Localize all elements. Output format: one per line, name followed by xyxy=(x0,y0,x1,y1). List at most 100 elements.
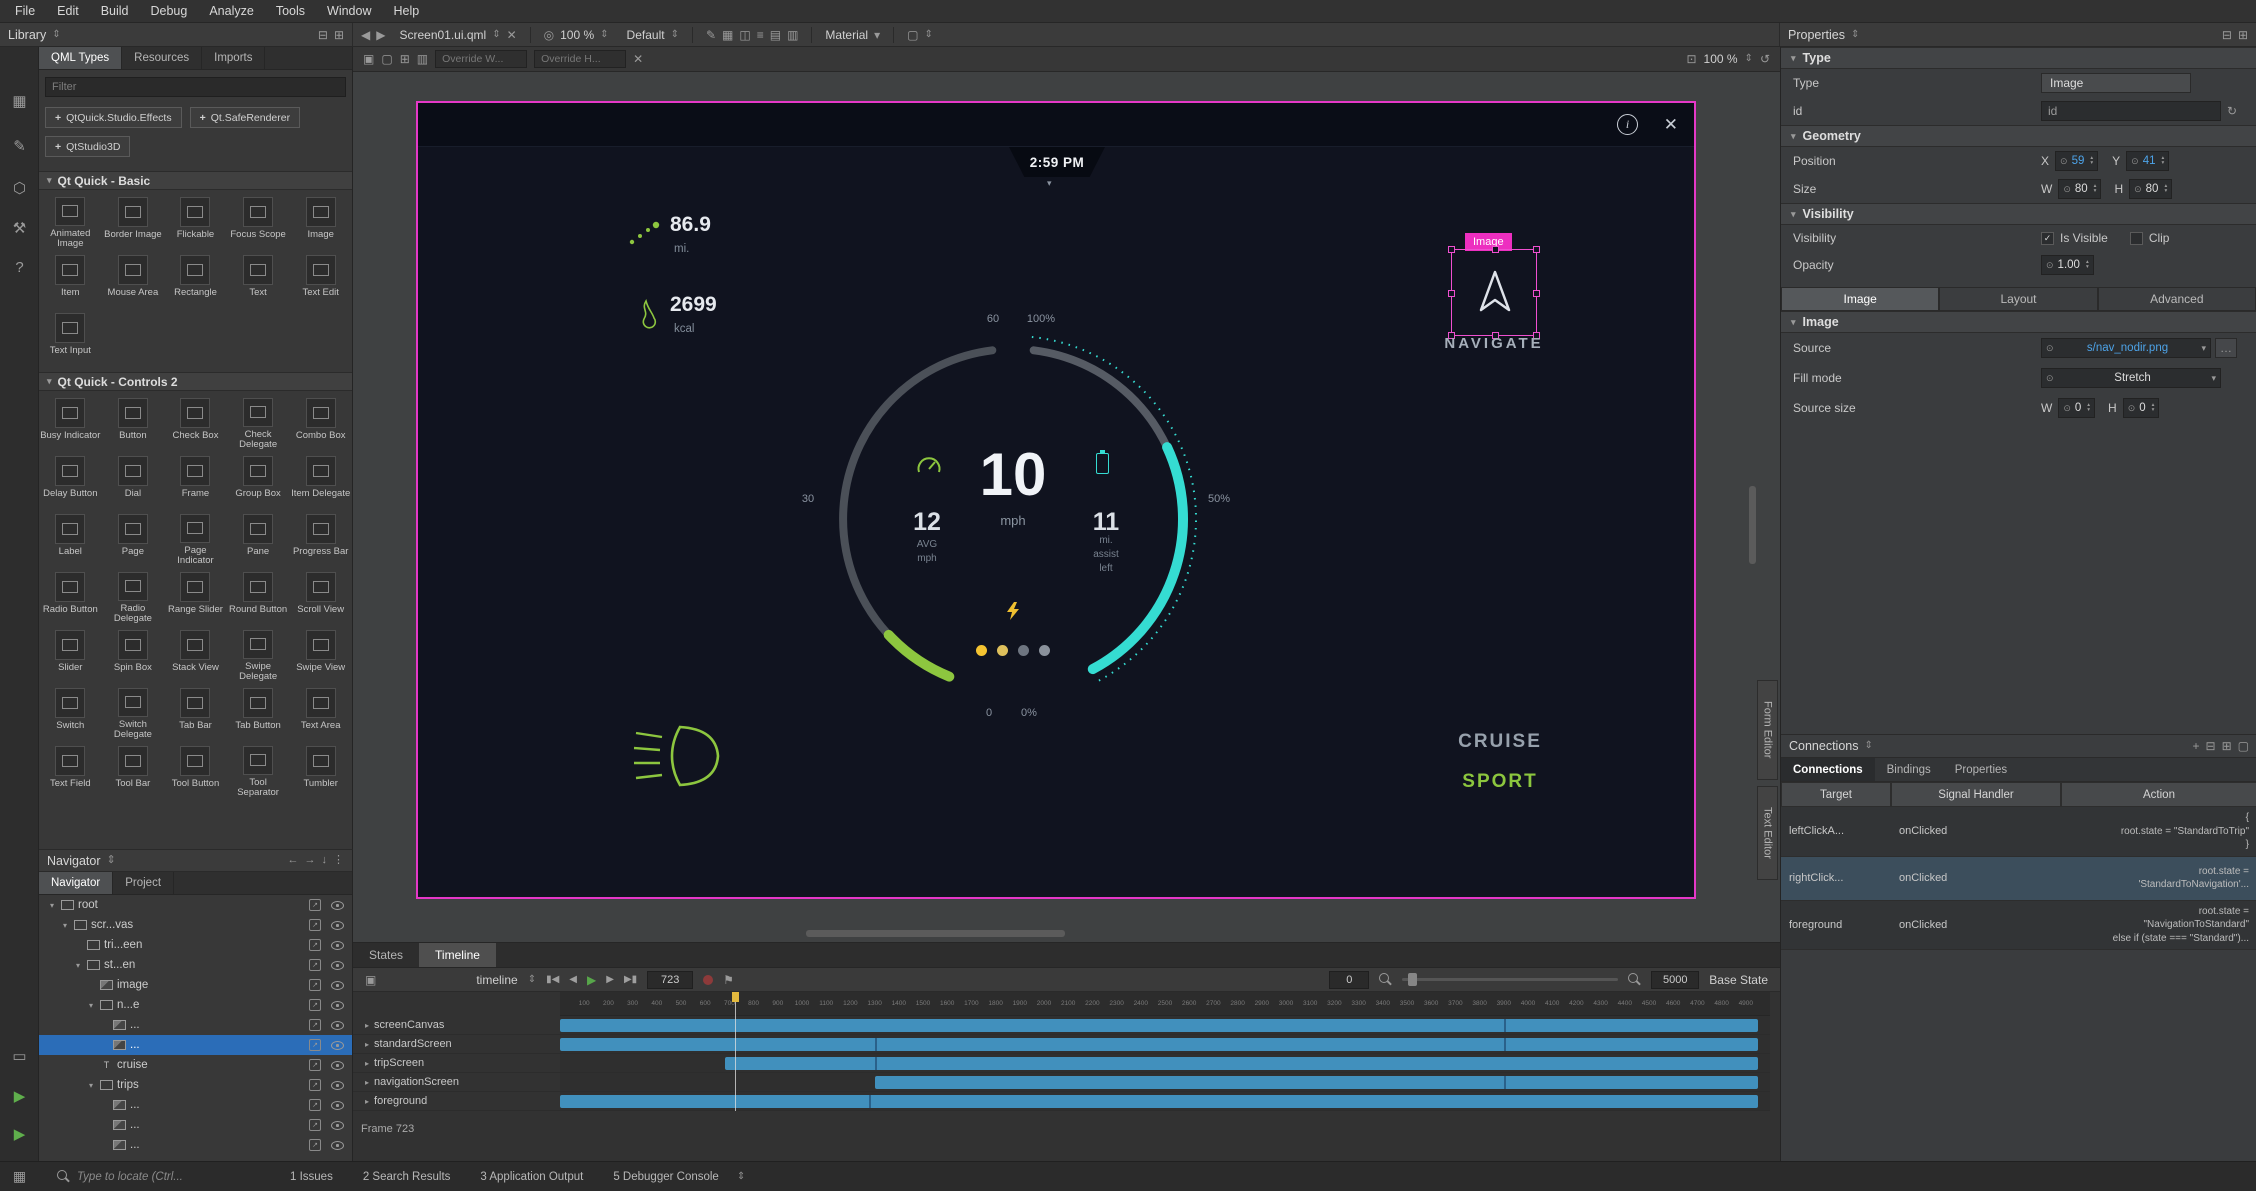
tools-icon[interactable]: ⚒ xyxy=(0,219,39,237)
library-item-scroll-view[interactable]: Scroll View xyxy=(289,567,352,625)
library-item-swipe-delegate[interactable]: Swipe Delegate xyxy=(227,625,290,683)
link-icon[interactable]: ⊙ xyxy=(2131,156,2139,167)
w-input[interactable]: ⊙ 80 ▴▾ xyxy=(2058,179,2101,199)
spinner-icon[interactable]: ▴▾ xyxy=(2161,156,2164,166)
reset-view-icon[interactable]: ↺ xyxy=(1760,53,1770,65)
zoom-selector-icon[interactable]: ⇕ xyxy=(600,30,608,40)
no-snapping-icon[interactable]: ▣ xyxy=(363,53,374,65)
design-3d-icon[interactable]: ⬡ xyxy=(0,179,39,197)
eye-icon[interactable] xyxy=(331,1041,344,1050)
panel-left-icon[interactable]: ▤ xyxy=(770,29,781,41)
connection-row[interactable]: leftClickA...onClicked{ root.state = "St… xyxy=(1781,807,2256,857)
run-icon[interactable]: ▶ xyxy=(0,1087,39,1105)
connections-close-icon[interactable]: ▢ xyxy=(2238,740,2249,752)
library-item-switch-delegate[interactable]: Switch Delegate xyxy=(102,683,165,741)
library-item-delay-button[interactable]: Delay Button xyxy=(39,451,102,509)
locator[interactable]: Type to locate (Ctrl... xyxy=(57,1170,272,1183)
close-document-icon[interactable]: ✕ xyxy=(507,29,517,41)
timeline-bar[interactable] xyxy=(560,1038,1758,1051)
connections-detach-icon[interactable]: ⊞ xyxy=(2222,740,2232,752)
snap-grid-icon[interactable]: ⊞ xyxy=(400,53,410,65)
export-icon[interactable]: ↗ xyxy=(309,919,321,931)
source-size-w-value[interactable]: 0 xyxy=(2075,402,2081,414)
library-item-spin-box[interactable]: Spin Box xyxy=(102,625,165,683)
tree-item-item[interactable]: ...↗ xyxy=(39,1015,352,1035)
open-document-selector[interactable]: Screen01.ui.qml xyxy=(399,28,486,42)
is-visible-checkbox[interactable]: ✓ xyxy=(2041,232,2054,245)
tab-form-editor[interactable]: Form Editor xyxy=(1757,680,1778,780)
edit-annotation-icon[interactable]: ✎ xyxy=(706,29,716,41)
library-item-text-field[interactable]: Text Field xyxy=(39,741,102,799)
link-icon[interactable]: ⊙ xyxy=(2128,403,2136,414)
selection-handle[interactable] xyxy=(1448,290,1455,297)
timeline-track[interactable] xyxy=(560,1092,1770,1111)
tab-bindings[interactable]: Bindings xyxy=(1875,758,1943,781)
material-dropdown[interactable]: Material xyxy=(825,28,868,42)
menu-build[interactable]: Build xyxy=(90,0,140,22)
source-input[interactable]: ⊙ s/nav_nodir.png ▾ xyxy=(2041,338,2211,358)
connection-row[interactable]: rightClick...onClickedroot.state = 'Stan… xyxy=(1781,857,2256,901)
library-item-text-area[interactable]: Text Area xyxy=(289,683,352,741)
export-icon[interactable]: ↗ xyxy=(309,1119,321,1131)
spinner-icon[interactable]: ▴▾ xyxy=(2086,260,2089,270)
selection-handle[interactable] xyxy=(1533,290,1540,297)
library-item-group-box[interactable]: Group Box xyxy=(227,451,290,509)
eye-icon[interactable] xyxy=(331,1141,344,1150)
tree-item-item[interactable]: ...↗ xyxy=(39,1115,352,1135)
link-icon[interactable]: ⊙ xyxy=(2060,156,2068,167)
import-chip[interactable]: +QtQuick.Studio.Effects xyxy=(45,107,182,128)
zoom-slider-handle[interactable] xyxy=(1408,973,1417,986)
library-item-progress-bar[interactable]: Progress Bar xyxy=(289,509,352,567)
library-item-flickable[interactable]: Flickable xyxy=(164,192,227,250)
import-chip[interactable]: +QtStudio3D xyxy=(45,136,130,157)
x-input[interactable]: ⊙ 59 ▴▾ xyxy=(2055,151,2098,171)
run-debug-icon[interactable]: ▶ xyxy=(0,1125,39,1143)
timeline-bar[interactable] xyxy=(725,1057,1758,1070)
tab-project[interactable]: Project xyxy=(113,872,174,894)
step-forward-button[interactable]: ▶ xyxy=(606,974,614,985)
library-item-image[interactable]: Image xyxy=(289,192,352,250)
tree-item-image[interactable]: image↗ xyxy=(39,975,352,995)
library-item-dial[interactable]: Dial xyxy=(102,451,165,509)
override-width-input[interactable]: Override W... xyxy=(435,50,527,68)
library-item-text-input[interactable]: Text Input xyxy=(39,308,102,366)
keyframe-marker[interactable] xyxy=(1504,1019,1506,1032)
library-item-tumbler[interactable]: Tumbler xyxy=(289,741,352,799)
eye-icon[interactable] xyxy=(331,921,344,930)
show-bounds-icon[interactable]: ≡ xyxy=(757,29,764,41)
tab-navigator[interactable]: Navigator xyxy=(39,872,113,894)
apps-grid-icon[interactable]: ▦ xyxy=(0,92,39,110)
canvas-zoom-selector-icon[interactable]: ⇕ xyxy=(1745,54,1753,64)
timeline-selector[interactable]: timeline xyxy=(476,973,517,987)
menu-debug[interactable]: Debug xyxy=(140,0,199,22)
import-chip[interactable]: +Qt.SafeRenderer xyxy=(190,107,301,128)
target-icon[interactable]: ◎ xyxy=(544,29,554,41)
tab-advanced[interactable]: Advanced xyxy=(2098,287,2256,311)
zoom-in-icon[interactable] xyxy=(1628,973,1641,986)
library-item-check-delegate[interactable]: Check Delegate xyxy=(227,393,290,451)
tab-qml-types[interactable]: QML Types xyxy=(39,47,122,69)
nav-forward-icon[interactable]: ▶ xyxy=(376,29,385,41)
opacity-value[interactable]: 1.00 xyxy=(2058,259,2080,271)
export-icon[interactable]: ↗ xyxy=(309,1099,321,1111)
link-icon[interactable]: ⊙ xyxy=(2046,260,2054,271)
tab-image[interactable]: Image xyxy=(1781,287,1939,311)
curve-editor-icon[interactable]: ⚑ xyxy=(723,974,734,986)
library-item-tab-button[interactable]: Tab Button xyxy=(227,683,290,741)
timeline-ruler[interactable]: 1002003004005006007008009001000110012001… xyxy=(560,992,1770,1016)
tree-item-scrvas[interactable]: ▾scr...vas↗ xyxy=(39,915,352,935)
h-input[interactable]: ⊙ 80 ▴▾ xyxy=(2129,179,2172,199)
pane-split-icon[interactable]: ⊟ xyxy=(318,29,328,41)
source-value[interactable]: s/nav_nodir.png xyxy=(2087,342,2168,354)
source-size-w-input[interactable]: ⊙ 0 ▴▾ xyxy=(2058,398,2095,418)
skip-to-end-button[interactable]: ▶▮ xyxy=(624,974,637,985)
section-geometry[interactable]: ▾ Geometry xyxy=(1781,125,2256,147)
source-size-h-value[interactable]: 0 xyxy=(2139,402,2145,414)
id-refresh-icon[interactable]: ↻ xyxy=(2227,105,2237,117)
tab-text-editor[interactable]: Text Editor xyxy=(1757,786,1778,880)
export-icon[interactable]: ↗ xyxy=(309,959,321,971)
properties-detach-icon[interactable]: ⊞ xyxy=(2238,29,2248,41)
output-panes-selector-icon[interactable]: ⇕ xyxy=(737,1172,745,1182)
library-item-button[interactable]: Button xyxy=(102,393,165,451)
library-item-tool-button[interactable]: Tool Button xyxy=(164,741,227,799)
